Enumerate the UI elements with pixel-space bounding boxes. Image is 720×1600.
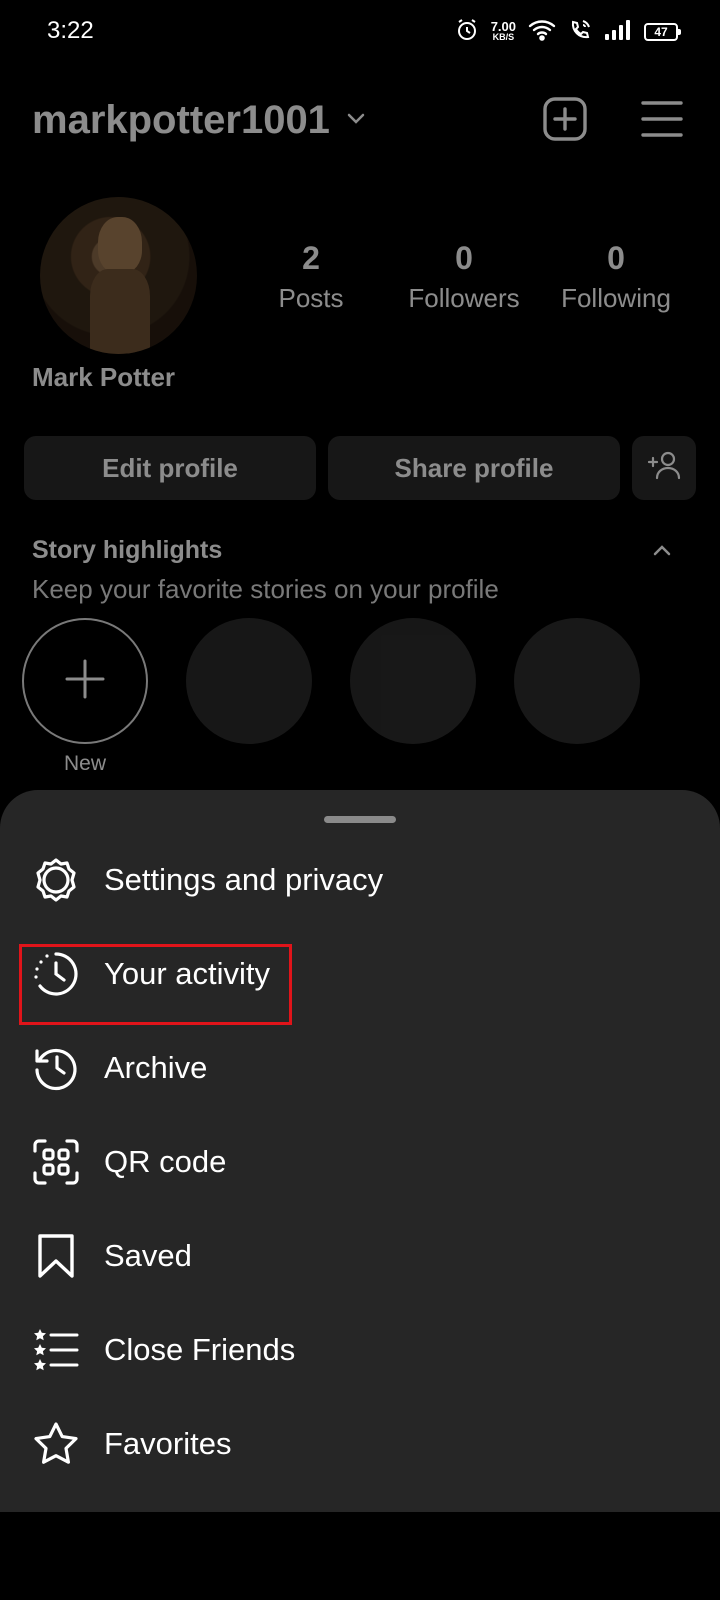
status-icons: 7.00 KB/S 47 [455,16,681,48]
menu-item-favorites[interactable]: Favorites [0,1396,720,1492]
screen: 3:22 7.00 KB/S 47 markpotter1001 2 Posts… [0,0,720,1600]
story-highlights-title: Story highlights [32,536,223,564]
status-bar: 3:22 7.00 KB/S 47 [0,0,720,64]
options-bottom-sheet: Settings and privacy Your activity Archi… [0,790,720,1512]
archive-history-icon [32,1044,80,1092]
chevron-down-icon [344,106,368,135]
discover-people-button[interactable] [632,436,696,500]
menu-item-settings-and-privacy[interactable]: Settings and privacy [0,832,720,928]
status-time: 3:22 [47,17,94,44]
highlight-placeholder [514,618,640,744]
wifi-calling-icon [568,18,592,47]
menu-item-label: Settings and privacy [104,862,384,897]
menu-hamburger-icon[interactable] [640,99,684,144]
create-post-icon[interactable] [542,96,588,147]
posts-count[interactable]: 2 Posts [241,240,381,314]
alarm-icon [455,18,479,47]
menu-item-saved[interactable]: Saved [0,1208,720,1304]
menu-item-archive[interactable]: Archive [0,1020,720,1116]
settings-gear-icon [32,856,80,904]
share-profile-button[interactable]: Share profile [328,436,620,500]
highlight-placeholder [186,618,312,744]
wifi-icon [528,19,556,46]
followers-count[interactable]: 0 Followers [394,240,534,314]
qr-code-icon [32,1138,80,1186]
top-actions [542,96,684,147]
edit-profile-button[interactable]: Edit profile [24,436,316,500]
account-switcher[interactable]: markpotter1001 [32,98,368,143]
close-friends-list-icon [32,1326,80,1374]
highlight-placeholder [350,618,476,744]
full-name: Mark Potter [32,362,176,392]
network-speed: 7.00 KB/S [490,19,516,42]
menu-item-close-friends[interactable]: Close Friends [0,1302,720,1398]
highlight-annotation-box [19,944,292,1025]
following-count[interactable]: 0 Following [546,240,686,314]
sheet-grabber[interactable] [324,816,396,823]
story-highlights-subtitle: Keep your favorite stories on your profi… [32,574,499,604]
navigation-bar-area [0,1512,720,1600]
menu-item-label: Saved [104,1238,192,1273]
new-highlight-button[interactable] [22,618,148,744]
menu-item-label: QR code [104,1144,227,1179]
avatar[interactable] [40,197,197,354]
add-person-icon [647,450,681,487]
profile-page: markpotter1001 2 Posts 0 Followers 0 Fol… [0,64,720,800]
plus-icon [65,659,105,704]
battery-icon: 47 [644,23,681,41]
menu-item-label: Archive [104,1050,208,1085]
new-highlight-label: New [63,752,106,775]
chevron-up-icon[interactable] [650,540,674,565]
menu-item-label: Favorites [104,1426,232,1461]
star-icon [32,1420,80,1468]
signal-icon [604,19,632,46]
username: markpotter1001 [32,98,330,142]
bookmark-icon [32,1232,80,1280]
menu-item-qr-code[interactable]: QR code [0,1114,720,1210]
menu-item-label: Close Friends [104,1332,296,1367]
